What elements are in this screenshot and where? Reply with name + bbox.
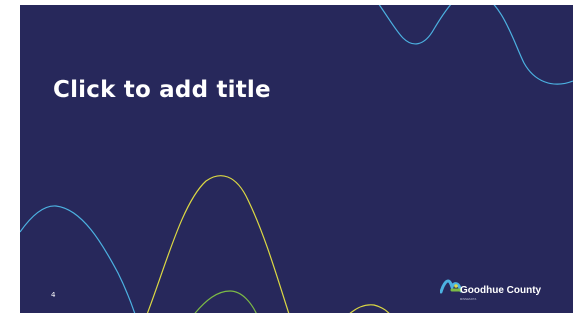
presentation-canvas: Click to add title 4 Goodhue County MINN… (0, 0, 573, 313)
logo-county-name: Goodhue County (460, 285, 542, 296)
slide-background (20, 5, 573, 313)
slide-background-fill (20, 5, 573, 313)
goodhue-county-logo: Goodhue County MINNESOTA (440, 276, 556, 306)
slide-number: 4 (51, 291, 56, 299)
goodhue-county-logo-icon (440, 279, 462, 294)
slide: Click to add title 4 Goodhue County MINN… (20, 5, 573, 313)
title-placeholder[interactable]: Click to add title (53, 77, 271, 103)
logo-state-name: MINNESOTA (460, 298, 477, 301)
